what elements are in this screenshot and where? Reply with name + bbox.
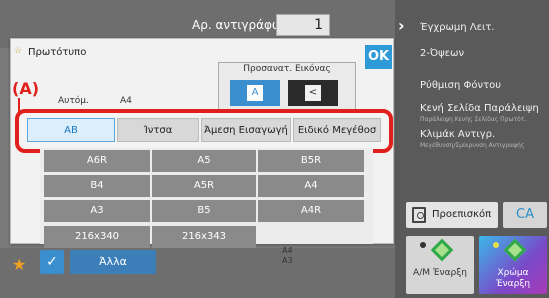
size-button-216x340[interactable]: 216x340 (44, 226, 150, 248)
annotation-a-pointer (18, 98, 20, 114)
check-icon[interactable]: ✓ (40, 250, 64, 274)
image-orientation-label: Προσανατ. Εικόνας (243, 64, 331, 74)
menu-item-color-mode[interactable]: Έγχρωμη Λειτ. (420, 22, 495, 33)
copies-label: Αρ. αντιγράφων (192, 18, 289, 32)
annotation-a: (A) (12, 79, 40, 98)
bottom-size-fragment: A4 (282, 246, 293, 255)
dot-icon (420, 242, 426, 248)
preview-icon (412, 207, 426, 223)
copies-input[interactable]: 1 (276, 14, 330, 36)
orientation-portrait-button[interactable]: A (230, 80, 280, 106)
landscape-icon: < (305, 85, 321, 101)
size-button-216x343[interactable]: 216x343 (152, 226, 256, 248)
start-icon (430, 238, 454, 262)
size-button-b5r[interactable]: B5R (258, 150, 364, 172)
tab-ab[interactable]: AB (27, 118, 115, 142)
size-button-a5r[interactable]: A5R (152, 175, 256, 197)
size-button-a5[interactable]: A5 (152, 150, 256, 172)
auto-label: Αυτόμ. (58, 96, 89, 106)
size-button-b5[interactable]: B5 (152, 200, 256, 222)
size-button-a4[interactable]: A4 (258, 175, 364, 197)
start-icon (503, 238, 527, 262)
bw-start-button[interactable]: Α/Μ Έναρξη (406, 236, 474, 294)
chevron-right-icon[interactable]: › (398, 16, 405, 35)
star-icon[interactable]: ★ (12, 255, 26, 274)
ok-button[interactable]: OK (365, 45, 392, 69)
preview-label: Προεπισκόπ (432, 209, 492, 220)
color-start-label: Χρώμα Έναρξη (495, 268, 531, 289)
menu-sub-blank-skip: Παράλειψη Κενής Σελίδας Πρωτότ. (420, 116, 527, 123)
orientation-landscape-button[interactable]: < (288, 80, 338, 106)
size-button-a3[interactable]: A3 (44, 200, 150, 222)
dot-icon (493, 242, 499, 248)
tab-special-size[interactable]: Ειδικό Μεγέθοσ (293, 118, 381, 142)
dialog-title: Πρωτότυπο (28, 47, 87, 58)
dialog-star-icon: ☆ (14, 46, 23, 56)
tab-inch[interactable]: Ίντσα (117, 118, 199, 142)
other-button[interactable]: Άλλα (70, 250, 156, 274)
detected-size-label: A4 (120, 96, 132, 106)
size-button-b4[interactable]: B4 (44, 175, 150, 197)
menu-sub-copy-ratio: Μεγέθυνση/Σμίκρυνση Αντιγραφής (420, 142, 525, 149)
portrait-icon: A (247, 85, 263, 101)
size-button-a6r[interactable]: A6R (44, 150, 150, 172)
menu-item-blank-skip[interactable]: Κενή Σελίδα Παράλειψη (420, 103, 539, 114)
bw-start-label: Α/Μ Έναρξη (413, 268, 467, 278)
bottom-size-fragment: A3 (282, 256, 293, 265)
menu-item-background[interactable]: Ρύθμιση Φόντου (420, 80, 501, 91)
ca-button[interactable]: CA (503, 202, 547, 228)
menu-item-copy-ratio[interactable]: Κλιμάκ Αντιγρ. (420, 129, 495, 140)
color-start-button[interactable]: Χρώμα Έναρξη (479, 236, 547, 294)
size-button-a4r[interactable]: A4R (258, 200, 364, 222)
menu-item-duplex[interactable]: 2-Όψεων (420, 48, 464, 59)
tab-direct-entry[interactable]: Άμεση Εισαγωγή (201, 118, 291, 142)
